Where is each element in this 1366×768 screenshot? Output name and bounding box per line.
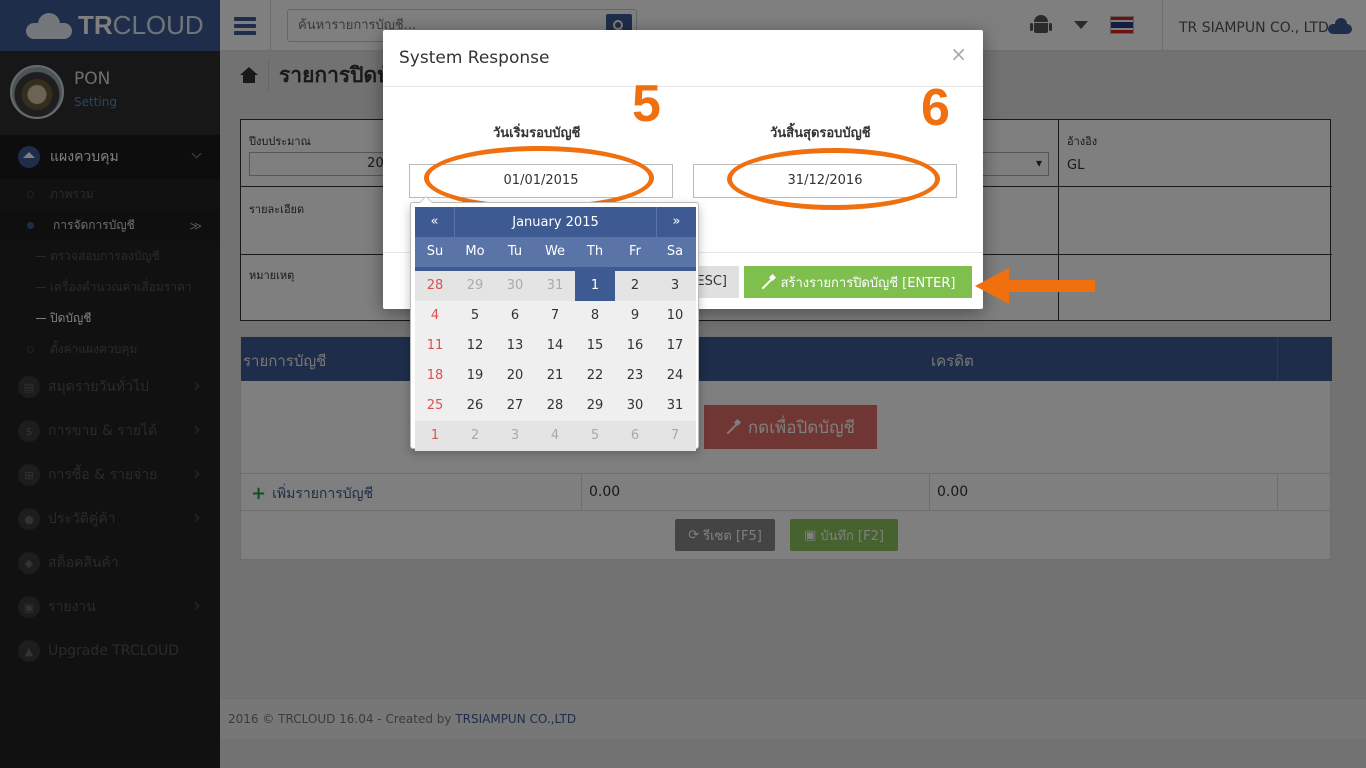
datepicker-day[interactable]: 10	[655, 301, 695, 331]
month-label[interactable]: January 2015	[455, 215, 656, 230]
weekday-label: Sa	[666, 244, 684, 259]
annotation-arrow	[975, 268, 1095, 304]
weekday-label: Su	[426, 244, 444, 259]
datepicker-day[interactable]: 3	[655, 271, 695, 301]
weekday-label: We	[544, 244, 566, 259]
magic-wand-icon	[761, 275, 775, 289]
datepicker-day[interactable]: 29	[455, 271, 495, 301]
datepicker-day[interactable]: 27	[495, 391, 535, 421]
datepicker-day[interactable]: 6	[615, 421, 655, 451]
datepicker-day[interactable]: 6	[495, 301, 535, 331]
datepicker-day[interactable]: 17	[655, 331, 695, 361]
datepicker-header: « January 2015 »	[415, 207, 696, 237]
datepicker-day[interactable]: 21	[535, 361, 575, 391]
datepicker-day[interactable]: 25	[415, 391, 455, 421]
datepicker-week-row: 1234567	[415, 421, 696, 451]
modal-header: System Response ×	[383, 30, 983, 87]
create-closing-entry-button[interactable]: สร้างรายการปิดบัญชี [ENTER]	[744, 266, 972, 298]
datepicker-day[interactable]: 7	[535, 301, 575, 331]
datepicker-day[interactable]: 2	[455, 421, 495, 451]
next-month-button[interactable]: »	[656, 207, 696, 237]
annotation-ellipse-start	[424, 146, 654, 210]
datepicker-day[interactable]: 22	[575, 361, 615, 391]
datepicker-grid: 28 29 30 31 1 2 3 4 5 6 7 8 9 10 11 12 13 14 15 16 17 18 19 20 2…	[415, 271, 696, 451]
datepicker-day[interactable]: 9	[615, 301, 655, 331]
datepicker-day[interactable]: 24	[655, 361, 695, 391]
datepicker-day[interactable]: 4	[415, 301, 455, 331]
start-date-label: วันเริ่มรอบบัญชี	[493, 126, 581, 141]
datepicker-day[interactable]: 31	[535, 271, 575, 301]
weekday-label: Th	[586, 244, 604, 259]
datepicker-day[interactable]: 30	[615, 391, 655, 421]
datepicker-day[interactable]: 28	[535, 391, 575, 421]
datepicker-day[interactable]: 30	[495, 271, 535, 301]
datepicker-day[interactable]: 29	[575, 391, 615, 421]
datepicker-day[interactable]: 2	[615, 271, 655, 301]
datepicker-day[interactable]: 1	[415, 421, 455, 451]
datepicker-day[interactable]: 5	[575, 421, 615, 451]
annotation-number-5: 5	[632, 75, 661, 133]
datepicker-week-row: 18 19 20 21 22 23 24	[415, 361, 696, 391]
annotation-number-6: 6	[921, 79, 950, 137]
datepicker-week-row: 28 29 30 31 1 2 3	[415, 271, 696, 301]
datepicker-day[interactable]: 20	[495, 361, 535, 391]
end-date-label: วันสิ้นสุดรอบบัญชี	[770, 126, 871, 141]
datepicker-day[interactable]: 12	[455, 331, 495, 361]
datepicker-day[interactable]: 11	[415, 331, 455, 361]
datepicker-day[interactable]: 15	[575, 331, 615, 361]
weekday-header: Su Mo Tu We Th Fr Sa	[415, 237, 696, 271]
datepicker-day[interactable]: 1	[575, 271, 615, 301]
weekday-label: Tu	[507, 244, 523, 259]
prev-month-button[interactable]: «	[415, 207, 455, 237]
datepicker-day[interactable]: 26	[455, 391, 495, 421]
datepicker-day[interactable]: 19	[455, 361, 495, 391]
datepicker-day[interactable]: 7	[655, 421, 695, 451]
datepicker-day[interactable]: 3	[495, 421, 535, 451]
weekday-label: Fr	[629, 244, 641, 259]
datepicker-day[interactable]: 28	[415, 271, 455, 301]
datepicker-day[interactable]: 18	[415, 361, 455, 391]
datepicker-week-row: 4 5 6 7 8 9 10	[415, 301, 696, 331]
datepicker-week-row: 11 12 13 14 15 16 17	[415, 331, 696, 361]
datepicker-day[interactable]: 4	[535, 421, 575, 451]
button-label: สร้างรายการปิดบัญชี [ENTER]	[780, 275, 956, 291]
datepicker-day[interactable]: 23	[615, 361, 655, 391]
close-icon[interactable]: ×	[950, 42, 967, 66]
weekday-label: Mo	[465, 244, 485, 259]
annotation-ellipse-end	[727, 148, 940, 210]
datepicker-day[interactable]: 31	[655, 391, 695, 421]
datepicker-day[interactable]: 13	[495, 331, 535, 361]
datepicker-day[interactable]: 5	[455, 301, 495, 331]
datepicker-day[interactable]: 14	[535, 331, 575, 361]
modal-title: System Response	[399, 48, 550, 68]
datepicker-popup: « January 2015 » Su Mo Tu We Th Fr Sa 28…	[410, 196, 699, 451]
datepicker-day[interactable]: 8	[575, 301, 615, 331]
datepicker-day[interactable]: 16	[615, 331, 655, 361]
datepicker-week-row: 25 26 27 28 29 30 31	[415, 391, 696, 421]
